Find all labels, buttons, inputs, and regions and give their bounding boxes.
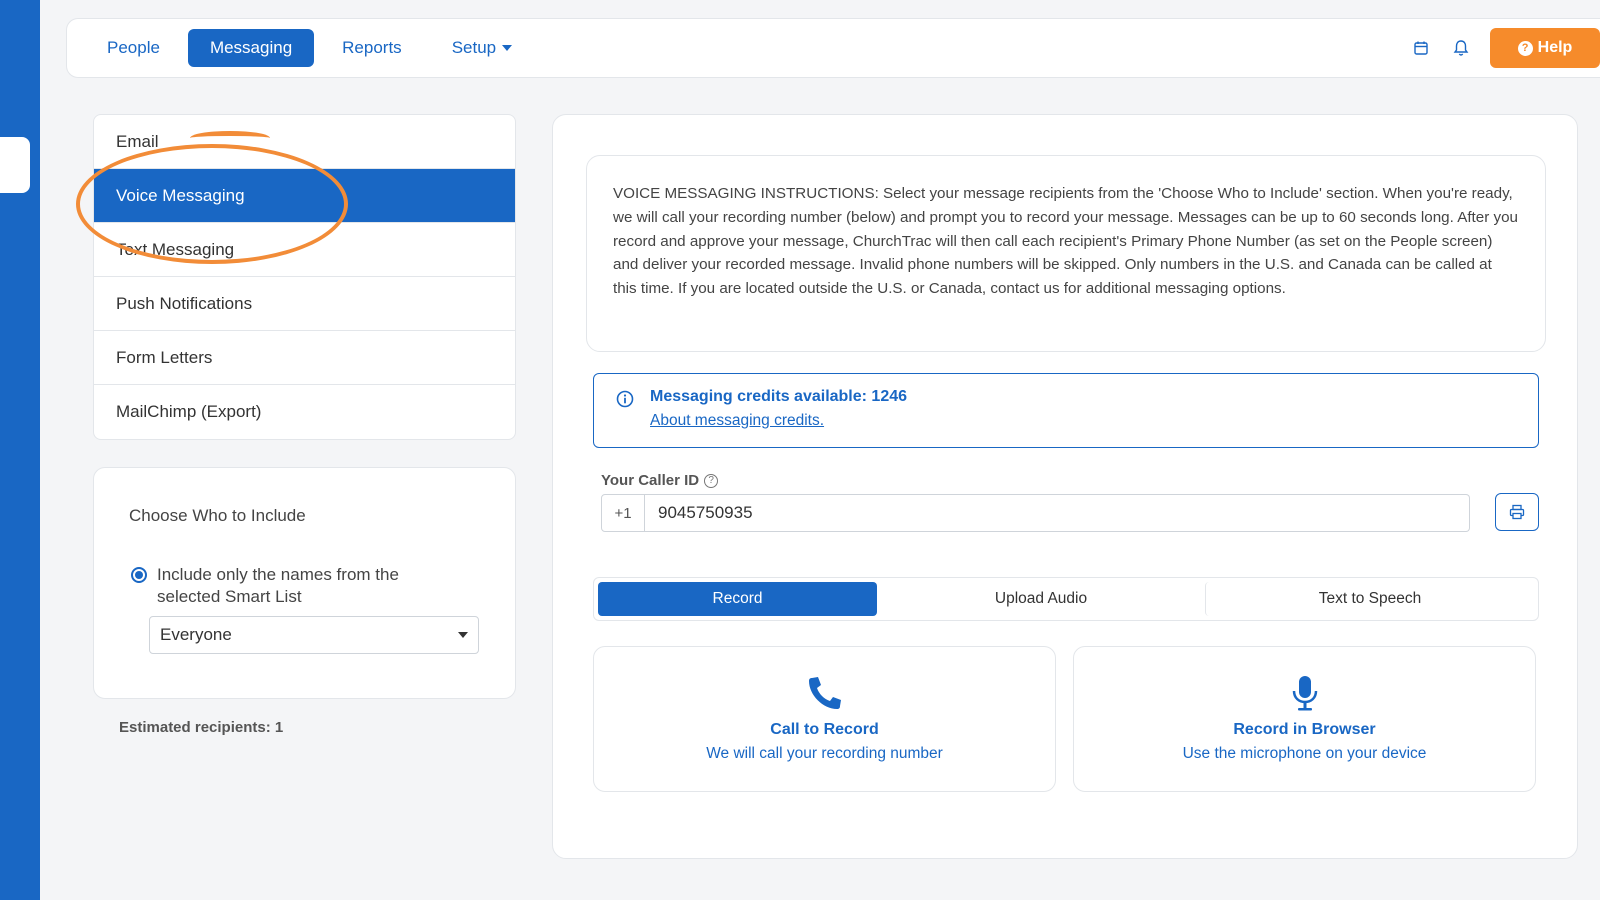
choose-who-card: Choose Who to Include Include only the n…: [93, 467, 516, 699]
tab-upload-audio[interactable]: Upload Audio: [877, 582, 1205, 616]
nav-setup[interactable]: Setup: [430, 29, 534, 67]
menu-item-email[interactable]: Email: [94, 115, 515, 169]
help-label: Help: [1537, 39, 1573, 56]
nav-right-group: ? Help: [1410, 28, 1600, 68]
caller-id-row: +1: [601, 494, 1470, 532]
voice-messaging-panel: VOICE MESSAGING INSTRUCTIONS: Select you…: [552, 114, 1578, 859]
voice-instructions: VOICE MESSAGING INSTRUCTIONS: Select you…: [586, 155, 1546, 352]
left-sidebar-strip: [0, 0, 40, 900]
record-in-browser-card[interactable]: Record in Browser Use the microphone on …: [1073, 646, 1536, 792]
calendar-icon[interactable]: [1410, 37, 1432, 59]
menu-item-voice-messaging[interactable]: Voice Messaging: [94, 169, 515, 223]
tab-record[interactable]: Record: [598, 582, 877, 616]
menu-item-label: Push Notifications: [116, 293, 253, 313]
info-icon: [616, 390, 634, 413]
country-code-prefix: +1: [601, 494, 645, 532]
menu-item-text-messaging[interactable]: Text Messaging: [94, 223, 515, 277]
menu-item-label: Text Messaging: [116, 239, 235, 259]
nav-reports[interactable]: Reports: [320, 29, 424, 67]
nav-setup-label: Setup: [451, 38, 497, 57]
tab-record-label: Record: [712, 590, 763, 607]
tab-upload-audio-label: Upload Audio: [994, 590, 1088, 607]
microphone-icon: [1292, 676, 1317, 711]
smart-list-radio-row[interactable]: Include only the names from the selected…: [131, 564, 437, 608]
menu-item-push-notifications[interactable]: Push Notifications: [94, 277, 515, 331]
call-to-record-subtitle: We will call your recording number: [706, 745, 943, 762]
nav-people[interactable]: People: [85, 29, 182, 67]
estimated-recipients: Estimated recipients: 1: [119, 719, 284, 736]
record-in-browser-subtitle: Use the microphone on your device: [1182, 745, 1427, 762]
nav-messaging-label: Messaging: [209, 38, 293, 57]
caller-id-input[interactable]: [645, 494, 1470, 532]
chevron-down-icon: [458, 632, 468, 638]
caller-id-label: Your Caller ID ?: [601, 472, 719, 489]
call-to-record-title: Call to Record: [770, 721, 879, 738]
top-navigation: People Messaging Reports Setup ? Help: [66, 18, 1600, 78]
menu-item-label: Form Letters: [116, 347, 213, 367]
smart-list-select-value: Everyone: [160, 625, 232, 644]
nav-messaging[interactable]: Messaging: [187, 29, 315, 67]
chevron-down-icon: [502, 45, 513, 51]
credits-alert: Messaging credits available: 1246 About …: [593, 373, 1539, 448]
nav-reports-label: Reports: [342, 38, 402, 57]
help-button[interactable]: ? Help: [1490, 28, 1600, 68]
printer-icon: [1509, 504, 1525, 520]
record-in-browser-title: Record in Browser: [1233, 721, 1376, 738]
messaging-side-menu: Email Voice Messaging Text Messaging Pus…: [93, 114, 516, 440]
nav-people-label: People: [107, 38, 160, 57]
tab-text-to-speech-label: Text to Speech: [1318, 590, 1422, 607]
menu-item-label: Email: [116, 131, 159, 151]
question-icon: ?: [1517, 40, 1533, 56]
about-credits-link[interactable]: About messaging credits.: [650, 412, 824, 430]
print-button[interactable]: [1495, 493, 1539, 531]
help-circle-icon[interactable]: ?: [704, 473, 719, 488]
sidebar-toggle-tab[interactable]: [0, 137, 30, 193]
call-to-record-card[interactable]: Call to Record We will call your recordi…: [593, 646, 1056, 792]
smart-list-radio[interactable]: [131, 567, 147, 583]
credits-available: Messaging credits available: 1246: [650, 388, 908, 405]
bell-icon[interactable]: [1450, 37, 1472, 59]
phone-icon: [808, 677, 841, 709]
tab-text-to-speech[interactable]: Text to Speech: [1205, 582, 1534, 616]
choose-who-title: Choose Who to Include: [129, 506, 306, 525]
smart-list-radio-label: Include only the names from the selected…: [157, 565, 399, 606]
menu-item-mailchimp-export[interactable]: MailChimp (Export): [94, 385, 515, 439]
smart-list-select[interactable]: Everyone: [149, 616, 479, 654]
record-method-tabs: Record Upload Audio Text to Speech: [593, 577, 1539, 621]
menu-item-label: MailChimp (Export): [116, 402, 262, 421]
menu-item-form-letters[interactable]: Form Letters: [94, 331, 515, 385]
menu-item-label: Voice Messaging: [116, 185, 245, 205]
caller-id-label-text: Your Caller ID: [601, 472, 700, 489]
